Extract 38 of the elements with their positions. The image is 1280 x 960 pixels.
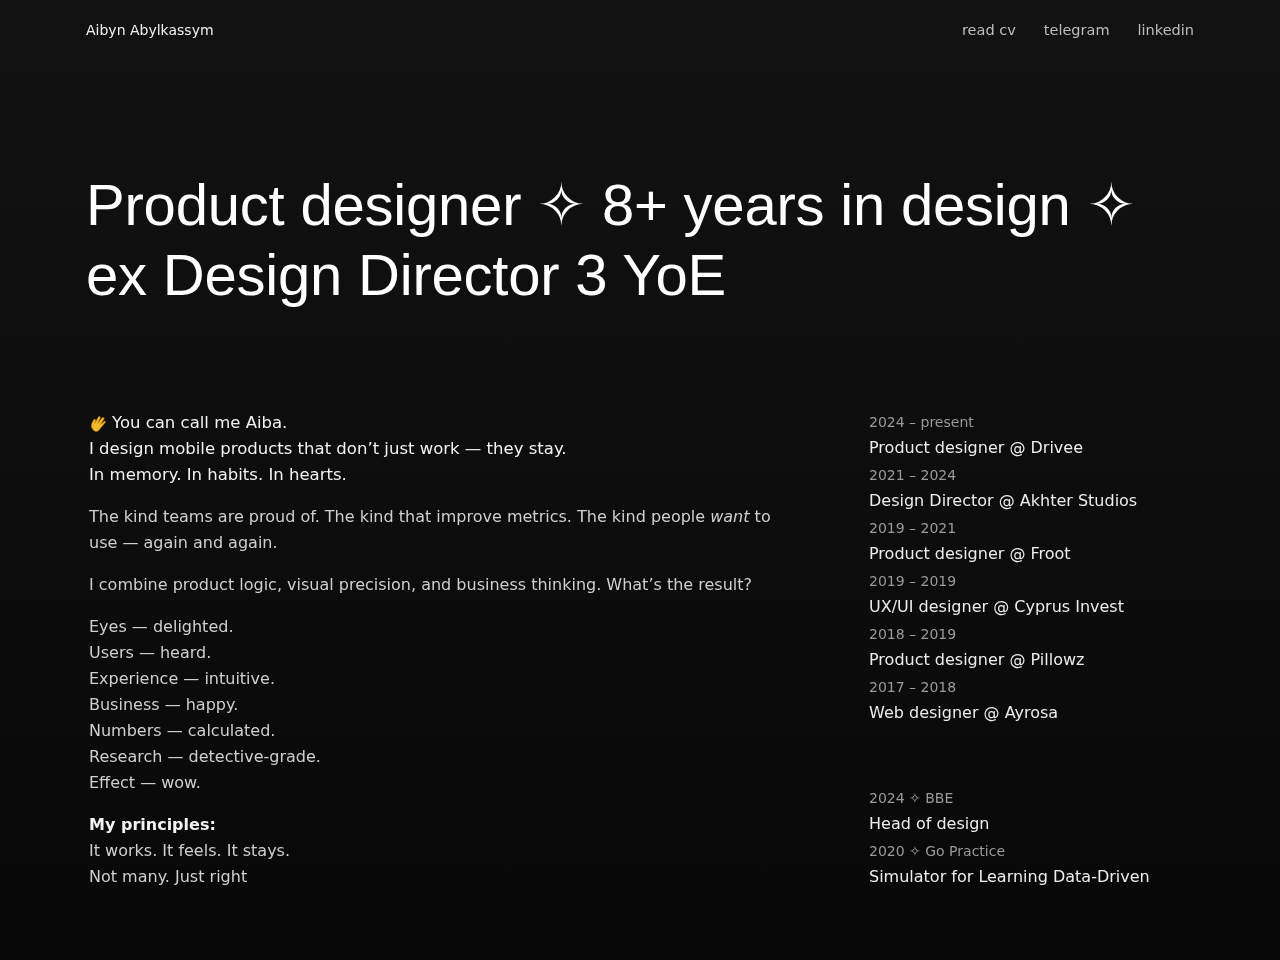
- project-title: Simulator for Learning Data-Driven: [869, 866, 1150, 888]
- nav-link[interactable]: read cv: [961, 22, 1016, 38]
- site-name-link[interactable]: Aibyn Abylkassym: [86, 22, 214, 38]
- principle-line: Not many. Just right: [89, 866, 249, 888]
- job-title: Product designer @ Pillowz: [869, 649, 1086, 671]
- job-title: Design Director @ Akhter Studios: [869, 490, 1139, 512]
- nav-link[interactable]: telegram: [1043, 22, 1110, 38]
- intro-line: You can call me Aiba.: [112, 412, 288, 434]
- job-title: Web designer @ Ayrosa: [869, 702, 1060, 724]
- paragraph: The kind teams are proud of. The kind that improve metrics. The kind people want to use — again and again.: [89, 506, 772, 554]
- result-line: Effect — wow.: [89, 772, 202, 794]
- result-line: Eyes — delighted.: [89, 616, 235, 638]
- headline-line: ex Design Director 3 YoE: [86, 241, 727, 309]
- job-period: 2024 – present: [869, 413, 975, 432]
- result-line: Experience — intuitive.: [89, 668, 276, 690]
- job-title: UX/UI designer @ Cyprus Invest: [869, 596, 1125, 618]
- job-period: 2018 – 2019: [869, 625, 958, 644]
- intro-line: I design mobile products that don’t just work — they stay.: [89, 438, 567, 460]
- job-title: Product designer @ Froot: [869, 543, 1072, 565]
- paragraph: I combine product logic, visual precision, and business thinking. What’s the result?: [89, 574, 753, 596]
- job-period: 2021 – 2024: [869, 466, 958, 485]
- result-line: Users — heard.: [89, 642, 213, 664]
- project-meta: 2020 ✧ Go Practice: [869, 842, 1007, 861]
- job-period: 2019 – 2019: [869, 572, 958, 591]
- project-meta: 2024 ✧ BBE: [869, 789, 955, 808]
- project-title: Head of design: [869, 813, 991, 835]
- result-line: Numbers — calculated.: [89, 720, 277, 742]
- waving-hand-icon: [89, 413, 108, 433]
- nav-link[interactable]: linkedin: [1137, 22, 1194, 38]
- job-period: 2019 – 2021: [869, 519, 958, 538]
- result-line: Research — detective-grade.: [89, 746, 322, 768]
- result-line: Business — happy.: [89, 694, 240, 716]
- intro-line: In memory. In habits. In hearts.: [89, 464, 347, 486]
- job-title: Product designer @ Drivee: [869, 437, 1084, 459]
- headline-line: Product designer ✧ 8+ years in design ✧: [86, 171, 1137, 239]
- job-period: 2017 – 2018: [869, 678, 958, 697]
- principles-title: My principles:: [89, 814, 217, 836]
- principle-line: It works. It feels. It stays.: [89, 840, 292, 862]
